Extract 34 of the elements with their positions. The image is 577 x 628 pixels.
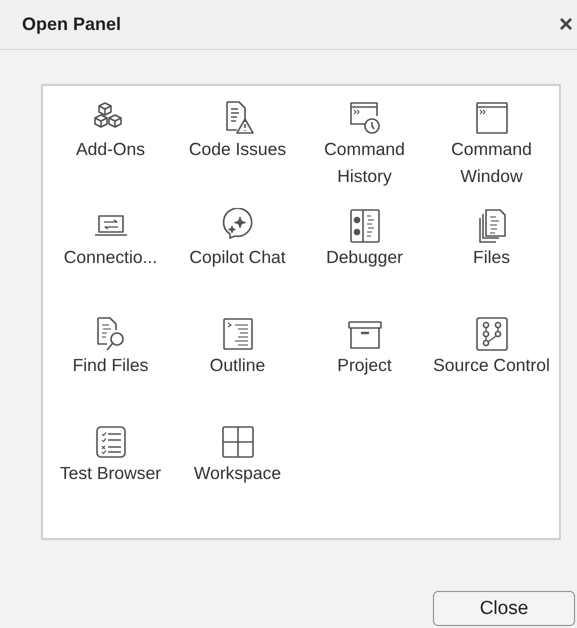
panel-label: Workspace [192,462,282,485]
panel-tile[interactable]: Source Control [428,316,555,424]
panel-tile[interactable]: Copilot Chat [174,208,301,316]
panel-label: Outline [208,354,266,377]
panel-label: Test Browser [58,462,162,485]
panel-label: Find Files [72,354,150,377]
panel-tile[interactable]: Add-Ons [47,100,174,208]
panel-tile[interactable]: Test Browser [47,424,174,532]
panel-tile[interactable]: Debugger [301,208,428,316]
panel-tile[interactable]: Command Window [428,100,555,208]
close-button[interactable]: Close [433,591,575,626]
panel-label: Source Control [432,354,551,377]
panel-label: Add-Ons [74,138,146,161]
panel-label: Files [472,246,511,269]
panel-label: Code Issues [188,138,288,161]
panel-tile[interactable]: Project [301,316,428,424]
panel-tile[interactable]: Command History [301,100,428,208]
panel-label: Project [336,354,393,377]
panel-label: Debugger [325,246,404,269]
panel-tile[interactable]: Outline [174,316,301,424]
panel-tile[interactable]: Files [428,208,555,316]
panel-label: Copilot Chat [188,246,287,269]
grid-icon [220,424,256,460]
panel-label: Command History [323,138,406,188]
branch-icon [474,316,510,352]
close-button[interactable]: × [554,10,577,38]
panel-tile[interactable]: Find Files [47,316,174,424]
panel-label: Command Window [450,138,533,188]
panel-tile[interactable]: Code Issues [174,100,301,208]
panel-label: Connectio... [62,246,158,269]
window-icon [474,100,510,136]
panel-tile[interactable]: Workspace [174,424,301,532]
panel-tile[interactable]: Connectio... [47,208,174,316]
window-title: Open Panel [22,14,122,35]
